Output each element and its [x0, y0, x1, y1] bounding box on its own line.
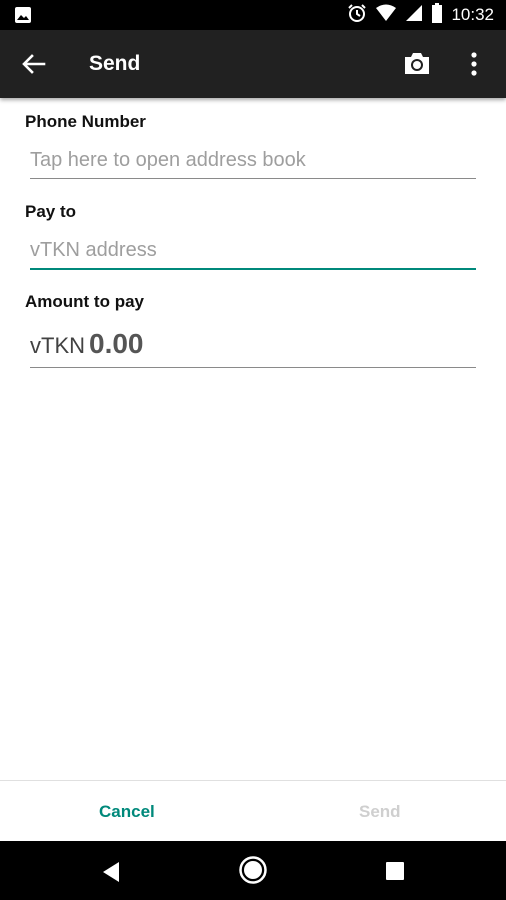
phone-number-field[interactable]: Tap here to open address book: [30, 149, 476, 179]
arrow-back-icon[interactable]: [20, 52, 48, 76]
battery-icon: [431, 2, 443, 28]
send-button[interactable]: Send: [359, 802, 401, 822]
amount-unit: vTKN: [30, 333, 85, 358]
more-vert-icon[interactable]: [466, 50, 482, 78]
camera-icon[interactable]: [402, 51, 432, 77]
page-title: Send: [89, 52, 141, 75]
nav-home-icon[interactable]: [238, 855, 268, 885]
pay-to-address-input[interactable]: vTKN address: [30, 239, 476, 270]
phone-number-label: Phone Number: [25, 112, 146, 131]
pay-to-label: Pay to: [25, 202, 77, 221]
cell-signal-icon: [405, 4, 423, 27]
status-clock: 10:32: [451, 5, 494, 24]
nav-recents-icon[interactable]: [385, 861, 405, 881]
alarm-icon: [347, 3, 367, 28]
app-toolbar: Send: [0, 30, 506, 98]
dialog-actions: Cancel Send: [0, 780, 506, 841]
amount-input[interactable]: vTKN 0.00: [30, 328, 476, 368]
amount-value: 0.00: [89, 328, 144, 359]
amount-label: Amount to pay: [25, 292, 144, 311]
system-nav-bar: [0, 841, 506, 900]
status-bar: 10:32: [0, 0, 506, 30]
image-notification-icon: [14, 6, 32, 29]
wifi-icon: [375, 4, 397, 27]
nav-back-icon[interactable]: [99, 860, 123, 884]
cancel-button[interactable]: Cancel: [99, 802, 155, 822]
